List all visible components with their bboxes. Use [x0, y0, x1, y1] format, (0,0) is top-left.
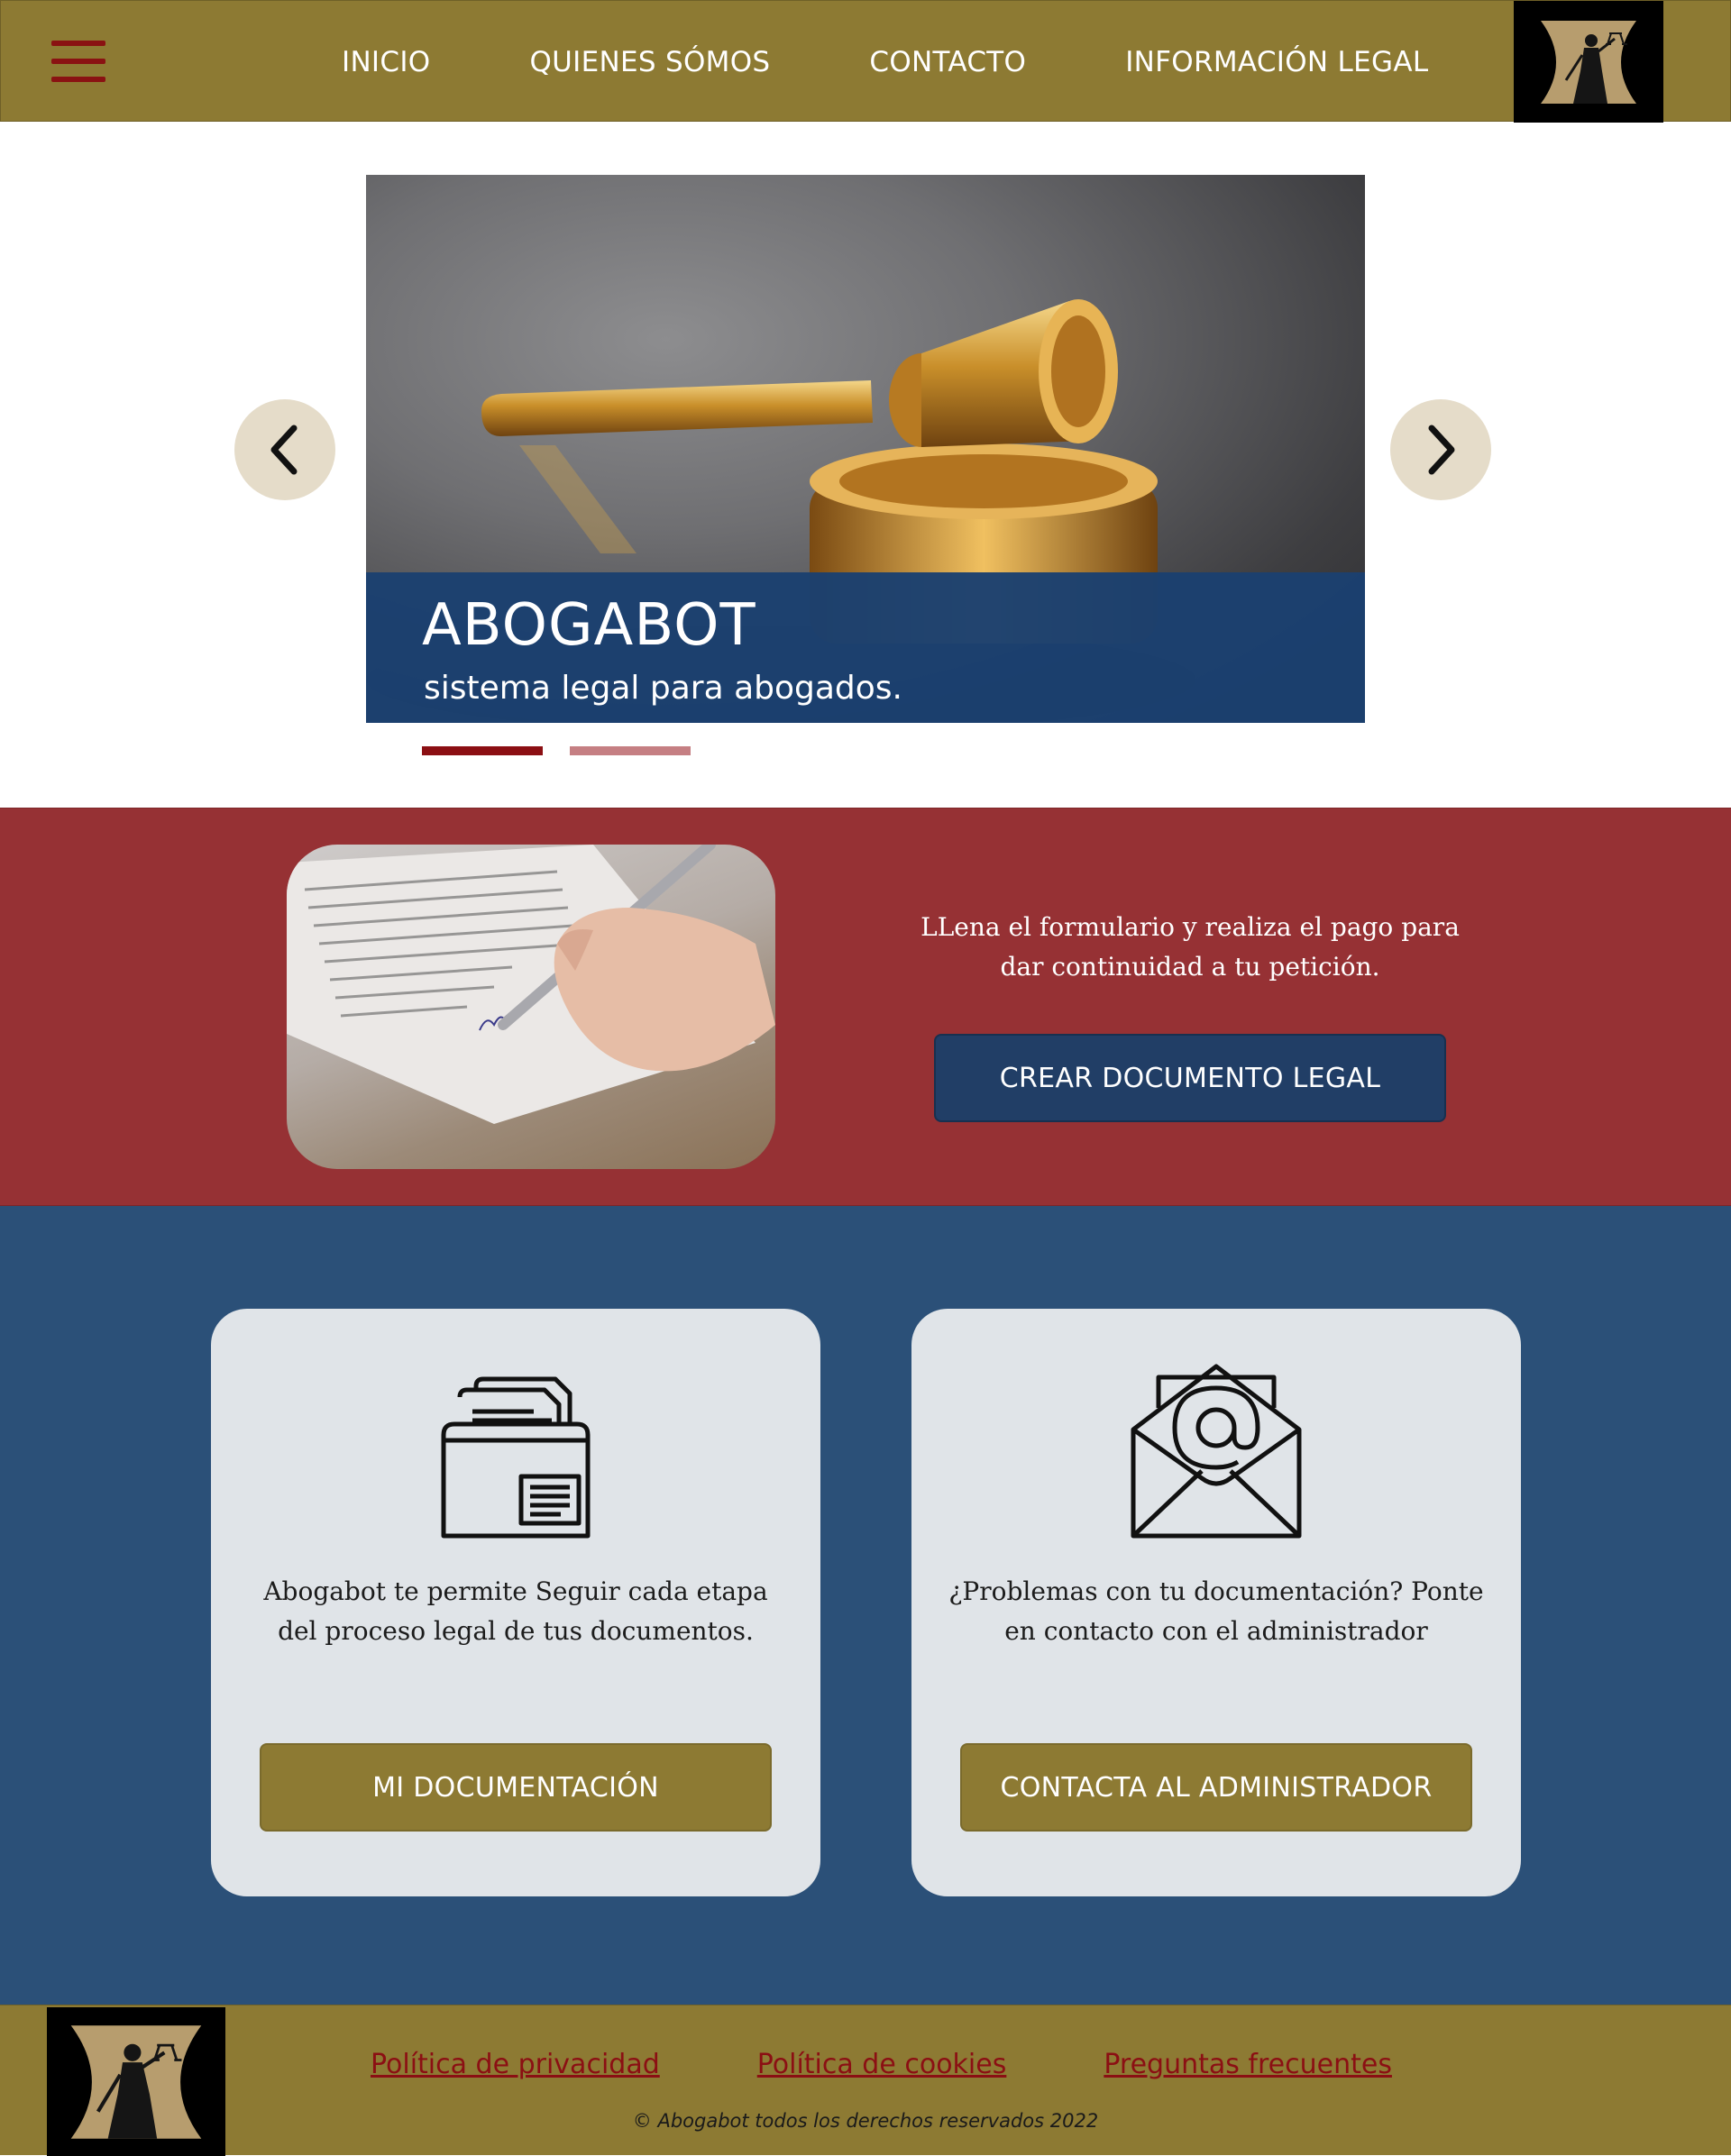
create-document-section: LLena el formulario y realiza el pago pa… [0, 808, 1731, 1206]
site-header: INICIO QUIENES SÓMOS CONTACTO INFORMACIÓ… [0, 0, 1731, 123]
footer-lady-justice-logo[interactable] [47, 2007, 225, 2156]
carousel-indicator-2[interactable] [570, 746, 691, 755]
cookie-policy-link[interactable]: Política de cookies [757, 2049, 1007, 2080]
form-instructions-text: LLena el formulario y realiza el pago pa… [920, 912, 1460, 982]
email-envelope-icon [1131, 1364, 1302, 1539]
services-section: Abogabot te permite Seguir cada etapa de… [0, 1206, 1731, 2005]
signing-document-photo [287, 845, 775, 1169]
chevron-left-icon [270, 425, 298, 475]
chevron-right-icon [1428, 425, 1455, 475]
contact-admin-button[interactable]: CONTACTA AL ADMINISTRADOR [960, 1743, 1472, 1832]
carousel-title: ABOGABOT [422, 592, 756, 659]
carousel-slide: ABOGABOT sistema legal para abogados. [366, 175, 1365, 723]
carousel-caption: ABOGABOT sistema legal para abogados. [366, 572, 1365, 723]
nav-informacion-legal[interactable]: INFORMACIÓN LEGAL [1125, 46, 1428, 78]
lady-justice-logo[interactable] [1514, 1, 1663, 123]
nav-contacto[interactable]: CONTACTO [869, 46, 1026, 78]
carousel-indicator-1[interactable] [422, 746, 543, 755]
nav-quienes-somos[interactable]: QUIENES SÓMOS [529, 46, 770, 78]
document-folder-icon [441, 1376, 591, 1539]
contact-admin-card: ¿Problemas con tu documentación? Ponte e… [911, 1309, 1521, 1896]
create-legal-document-button[interactable]: CREAR DOCUMENTO LEGAL [934, 1034, 1446, 1122]
carousel-subtitle: sistema legal para abogados. [424, 670, 902, 707]
footer-links: Política de privacidad Política de cooki… [371, 2049, 1392, 2080]
hamburger-menu-icon[interactable] [51, 41, 105, 82]
contact-admin-card-text: ¿Problemas con tu documentación? Ponte e… [948, 1576, 1484, 1646]
privacy-policy-link[interactable]: Política de privacidad [371, 2049, 660, 2080]
copyright-text: © Abogabot todos los derechos reservados… [632, 2110, 1099, 2132]
nav-inicio[interactable]: INICIO [342, 46, 430, 78]
carousel-next-button[interactable] [1390, 399, 1491, 500]
my-documentation-button[interactable]: MI DOCUMENTACIÓN [260, 1743, 772, 1832]
carousel-prev-button[interactable] [234, 399, 335, 500]
site-footer: Política de privacidad Política de cooki… [0, 2005, 1731, 2156]
documentation-card: Abogabot te permite Seguir cada etapa de… [211, 1309, 820, 1896]
main-nav: INICIO QUIENES SÓMOS CONTACTO INFORMACIÓ… [342, 1, 1428, 123]
documentation-card-text: Abogabot te permite Seguir cada etapa de… [263, 1576, 768, 1646]
faq-link[interactable]: Preguntas frecuentes [1104, 2049, 1392, 2080]
